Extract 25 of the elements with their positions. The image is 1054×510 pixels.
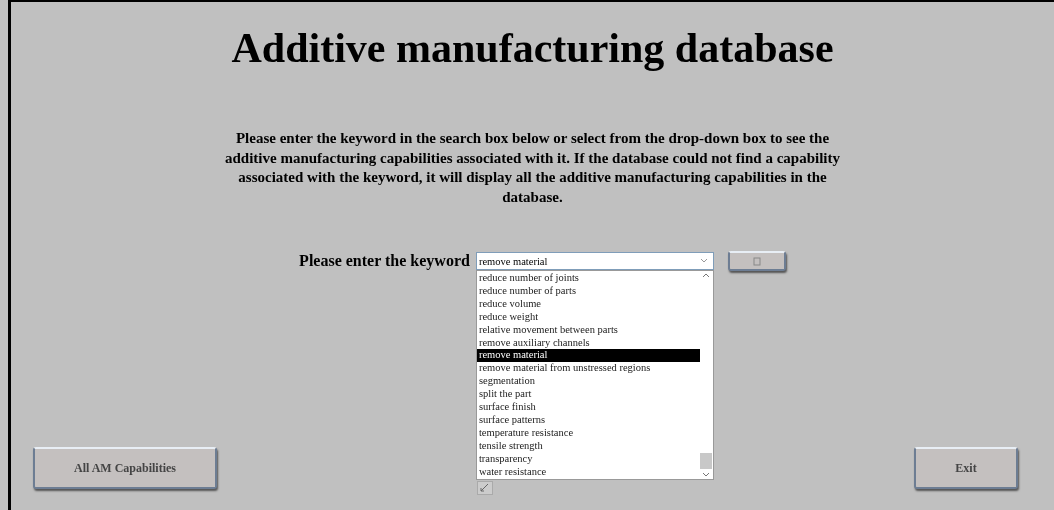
scrollbar[interactable] [699, 271, 713, 479]
dropdown-option[interactable]: temperature resistance [476, 426, 700, 440]
dropdown-option[interactable]: reduce number of joints [476, 272, 700, 285]
search-button[interactable] [727, 251, 786, 271]
edit-list-icon[interactable] [476, 480, 493, 495]
dropdown-option[interactable]: remove material [476, 349, 700, 363]
dropdown-option[interactable]: reduce weight [476, 310, 700, 324]
dropdown-option[interactable]: split the part [476, 388, 700, 402]
dropdown-option[interactable]: surface patterns [476, 413, 700, 427]
dropdown-option[interactable]: segmentation [476, 375, 700, 389]
keyword-label: Please enter the keyword [299, 252, 470, 270]
page-title: Additive manufacturing database [231, 24, 834, 72]
dropdown-option[interactable]: transparency [476, 452, 700, 466]
scrollbar-thumb[interactable] [700, 452, 713, 469]
action-button[interactable]: All AM Capabilities [33, 447, 217, 489]
dropdown-option[interactable]: remove auxiliary channels [476, 336, 700, 350]
dropdown-option[interactable]: reduce number of parts [476, 284, 700, 298]
dropdown-option[interactable]: reduce volume [476, 297, 700, 311]
dropdown-option[interactable]: remove material from unstressed regions [476, 362, 700, 376]
dropdown-option[interactable]: water resistance [476, 465, 700, 479]
dropdown-option[interactable]: relative movement between parts [476, 323, 700, 337]
action-button[interactable]: Exit [914, 447, 1018, 489]
dropdown-option[interactable]: tensile strength [476, 439, 700, 453]
dropdown-option[interactable]: surface finish [476, 401, 700, 414]
instructions-text: Please enter the keyword in the search box below or select from the drop-down box to see the additive manufacturing capabilities associated with it. If the database could not find a capability associated with the keyword, it will display all the additive manufacturing capabilities in the database. [223, 129, 841, 207]
